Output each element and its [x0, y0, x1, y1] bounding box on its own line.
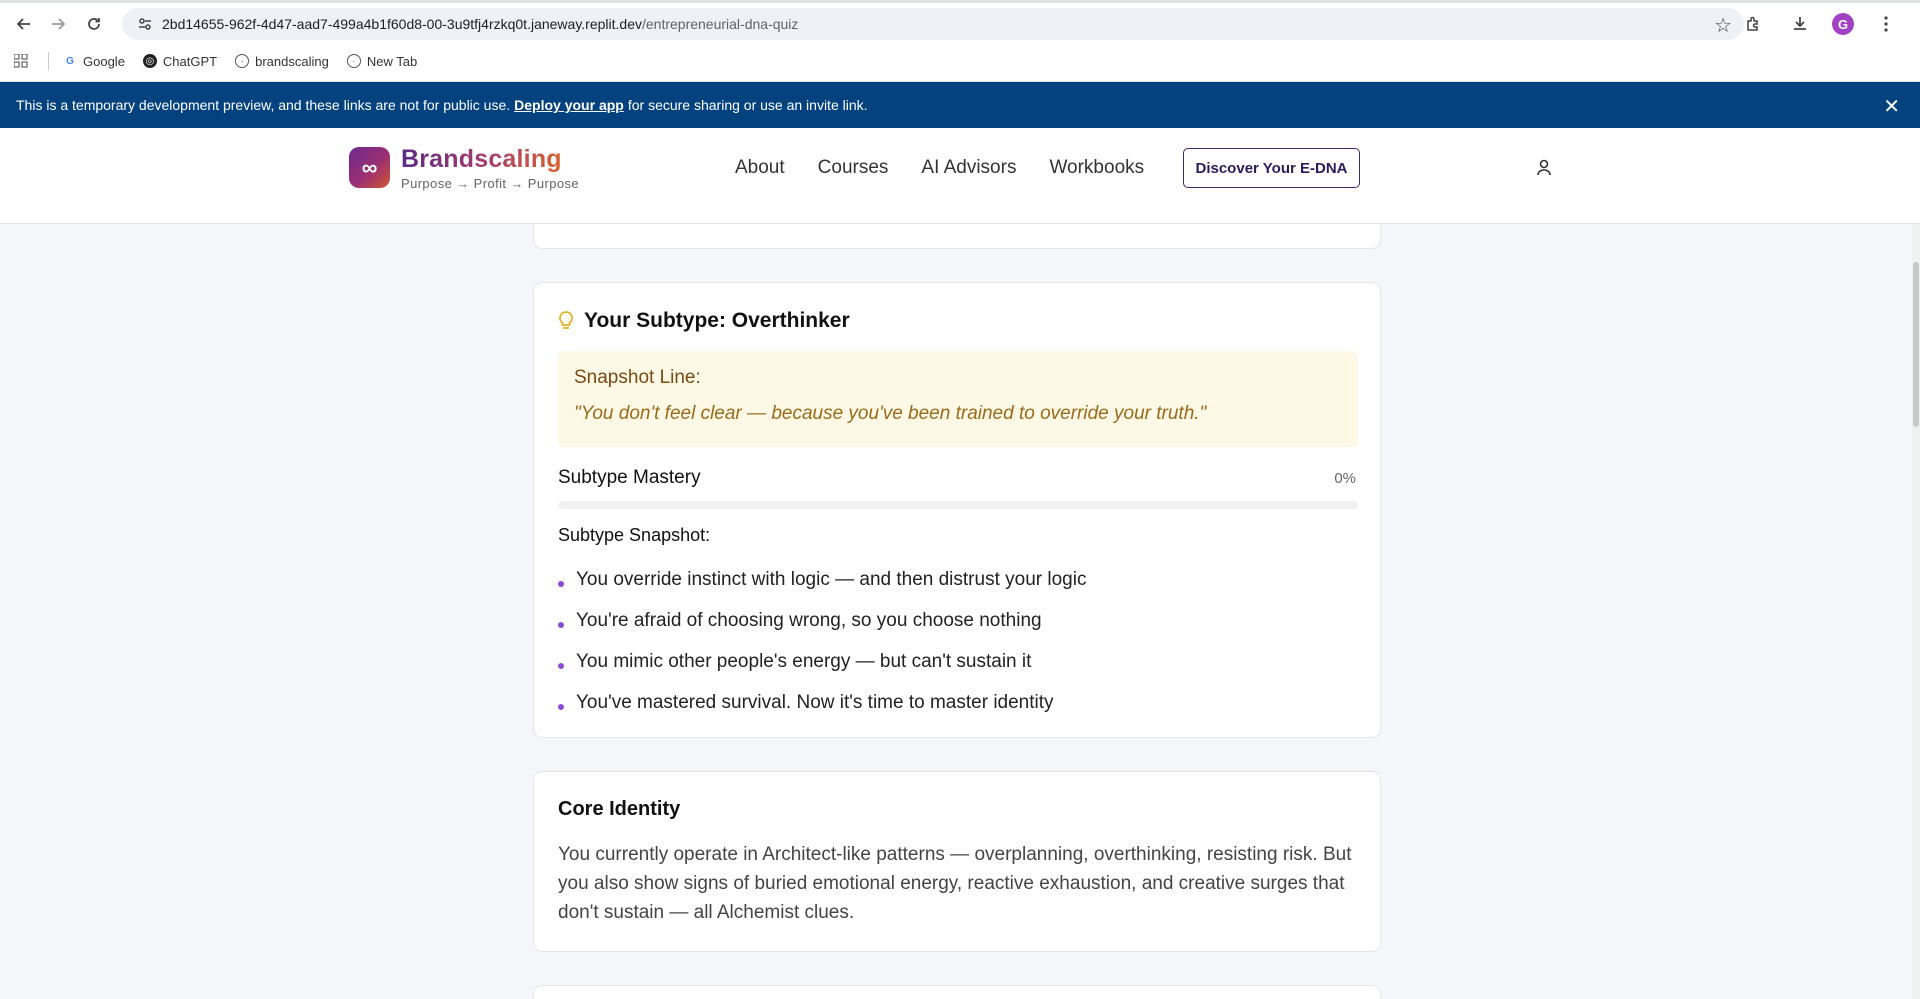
list-item-text: You're afraid of choosing wrong, so you … [576, 609, 1042, 631]
site-header: ∞ Brandscaling Purpose → Profit → Purpos… [0, 128, 1920, 224]
reload-button[interactable] [80, 10, 108, 38]
subtype-card: Your Subtype: Overthinker Snapshot Line:… [533, 282, 1381, 738]
lightbulb-icon [559, 311, 573, 329]
subtype-mastery-value: 0% [1334, 470, 1356, 487]
banner-text-after: for secure sharing or use an invite link… [627, 97, 868, 113]
nav-ai-advisors[interactable]: AI Advisors [921, 157, 1016, 179]
subtype-title: Your Subtype: Overthinker [584, 309, 850, 332]
list-item-text: You override instinct with logic — and t… [576, 568, 1087, 590]
list-item: You've mastered survival. Now it's time … [558, 682, 1086, 723]
user-icon[interactable] [1536, 159, 1552, 182]
discover-edna-button[interactable]: Discover Your E-DNA [1183, 148, 1360, 188]
list-item-text: You've mastered survival. Now it's time … [576, 691, 1054, 713]
bookmarks-bar: G Google ◎ ChatGPT · brandscaling · New … [14, 50, 435, 72]
snapshot-line-box: Snapshot Line: "You don't feel clear — b… [558, 351, 1358, 447]
bullet-dot-icon [558, 662, 564, 669]
url-text: 2bd14655-962f-4d47-aad7-499a4b1f60d8-00-… [162, 16, 798, 32]
dev-preview-banner: This is a temporary development preview,… [0, 82, 1920, 128]
list-item: You're afraid of choosing wrong, so you … [558, 600, 1086, 641]
list-item-text: You mimic other people's energy — but ca… [576, 650, 1032, 672]
snapshot-quote: "You don't feel clear — because you've b… [574, 403, 1207, 424]
brand-name[interactable]: Brandscaling [401, 145, 562, 174]
menu-kebab-icon[interactable] [1872, 10, 1900, 38]
bullet-dot-icon [558, 621, 564, 628]
toolbar-right: G [1740, 8, 1900, 40]
core-identity-card: Core Identity You currently operate in A… [533, 771, 1381, 952]
close-icon[interactable]: ✕ [1883, 94, 1900, 119]
banner-text: This is a temporary development preview,… [16, 97, 511, 113]
arrow-right-icon [52, 18, 66, 30]
globe-icon: · [346, 54, 361, 68]
subtype-header: Your Subtype: Overthinker [558, 309, 850, 333]
subtype-mastery-label: Subtype Mastery [558, 467, 701, 488]
core-identity-text: You currently operate in Architect-like … [558, 844, 1352, 923]
chatgpt-icon: ◎ [142, 54, 157, 68]
profile-avatar[interactable]: G [1832, 13, 1854, 35]
snapshot-label: Snapshot Line: [574, 367, 701, 388]
bookmark-google[interactable]: G Google [63, 54, 125, 69]
subtype-snapshot-list: You override instinct with logic — and t… [558, 559, 1086, 723]
apps-icon[interactable] [14, 54, 28, 68]
bullet-dot-icon [558, 580, 564, 587]
next-card [533, 985, 1381, 999]
nav-courses[interactable]: Courses [818, 157, 889, 179]
arrow-left-icon [16, 18, 30, 30]
reload-icon [88, 18, 100, 30]
nav-workbooks[interactable]: Workbooks [1049, 157, 1144, 179]
main-nav: About Courses AI Advisors Workbooks [735, 157, 1144, 179]
download-icon[interactable] [1786, 10, 1814, 38]
brand-tagline: Purpose → Profit → Purpose [401, 176, 580, 191]
list-item: You mimic other people's energy — but ca… [558, 641, 1086, 682]
bookmark-label: ChatGPT [162, 53, 218, 69]
google-icon: G [66, 55, 74, 67]
list-item: You override instinct with logic — and t… [558, 559, 1086, 600]
scrollbar-thumb[interactable] [1913, 262, 1919, 427]
bookmark-brandscaling[interactable]: · brandscaling [235, 54, 329, 69]
bookmark-star-icon[interactable]: ☆ [1714, 13, 1732, 38]
core-identity-title: Core Identity [558, 798, 681, 820]
extensions-icon[interactable] [1740, 10, 1768, 38]
bookmark-chatgpt[interactable]: ◎ ChatGPT [142, 53, 218, 69]
tab-strip [0, 0, 1920, 3]
globe-icon: · [235, 54, 250, 68]
bullet-dot-icon [558, 703, 564, 710]
url-path: /entrepreneurial-dna-quiz [641, 16, 799, 32]
forward-button[interactable] [44, 10, 72, 38]
deploy-app-link[interactable]: Deploy your app [514, 97, 624, 113]
browser-chrome: 2bd14655-962f-4d47-aad7-499a4b1f60d8-00-… [0, 0, 1920, 82]
bookmark-label: Google [83, 53, 125, 69]
site-info-icon[interactable] [130, 16, 160, 32]
bookmark-label: New Tab [366, 53, 418, 69]
address-bar[interactable]: 2bd14655-962f-4d47-aad7-499a4b1f60d8-00-… [122, 8, 1744, 40]
infinity-icon: ∞ [361, 154, 378, 180]
back-button[interactable] [10, 10, 38, 38]
bookmarks-divider [48, 52, 49, 70]
url-host: 2bd14655-962f-4d47-aad7-499a4b1f60d8-00-… [162, 16, 642, 32]
subtype-snapshot-heading: Subtype Snapshot: [558, 525, 711, 545]
bookmark-new-tab[interactable]: · New Tab [346, 53, 418, 69]
nav-about[interactable]: About [735, 157, 785, 179]
bookmark-label: brandscaling [255, 53, 329, 69]
subtype-mastery-progress [558, 501, 1358, 509]
brand-logo[interactable]: ∞ [349, 147, 390, 188]
